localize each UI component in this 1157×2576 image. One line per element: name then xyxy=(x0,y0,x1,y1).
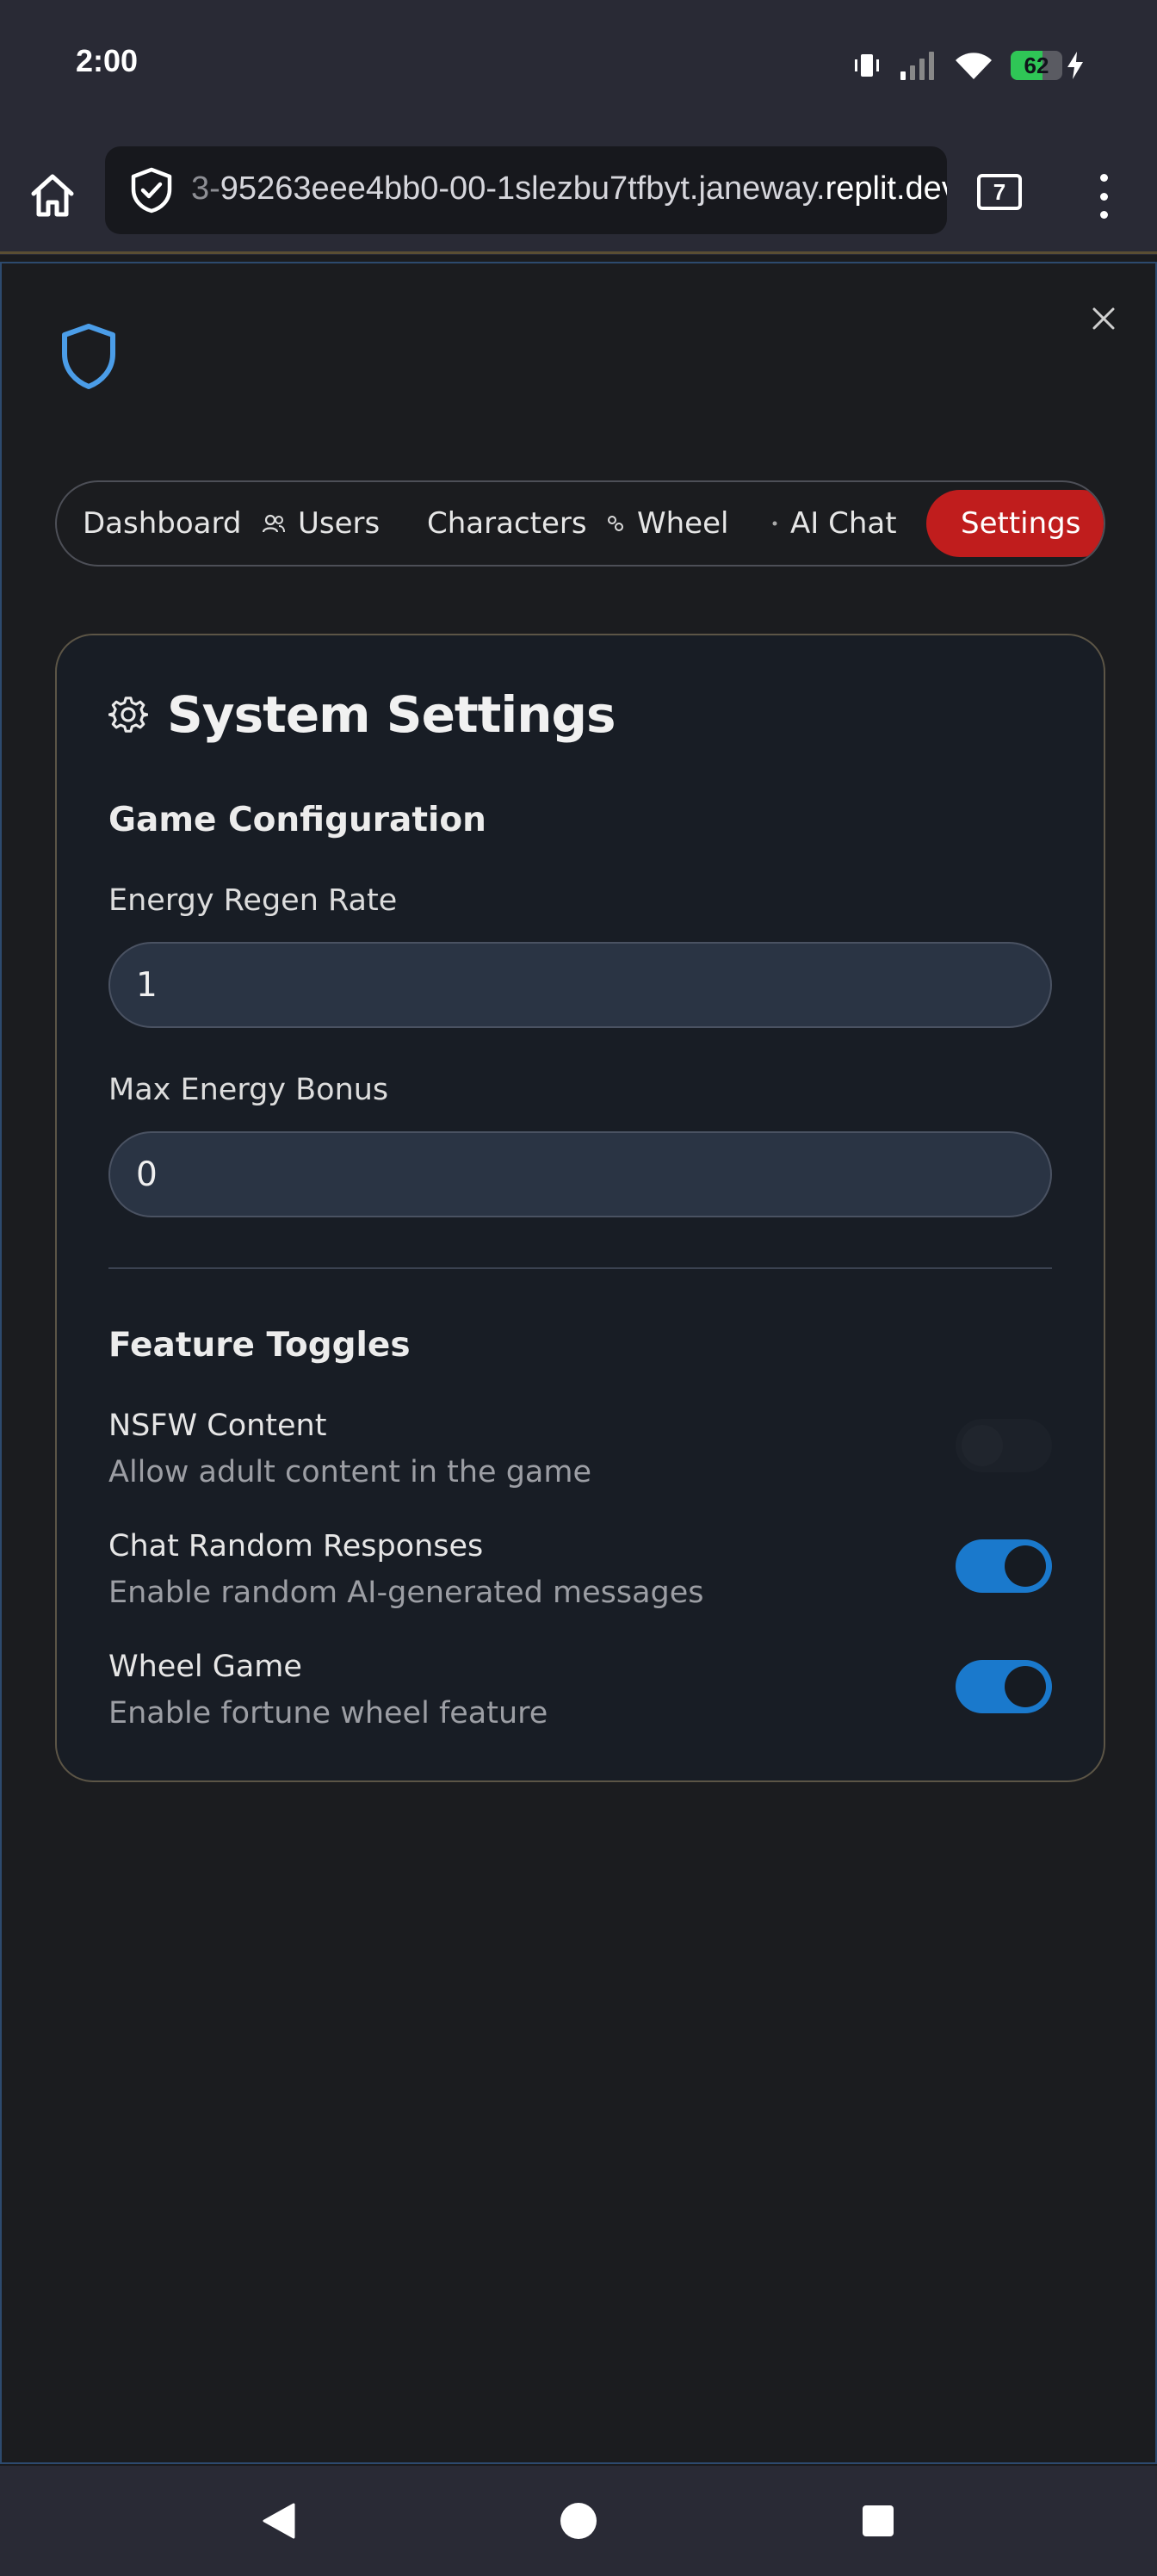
wifi-icon xyxy=(954,50,993,81)
nav-tab-ai-chat[interactable]: AI Chat xyxy=(771,482,897,565)
toggle-description: Enable fortune wheel feature xyxy=(108,1696,548,1731)
nav-tab-users[interactable]: Users xyxy=(262,482,380,565)
toggle-row-nsfw: NSFW Content Allow adult content in the … xyxy=(108,1409,1052,1503)
card-header: System Settings xyxy=(108,680,616,749)
nav-tab-characters[interactable]: Characters xyxy=(427,482,587,565)
switch-knob xyxy=(1005,1666,1046,1707)
back-button[interactable] xyxy=(257,2499,301,2543)
toggle-name: Wheel Game xyxy=(108,1650,302,1684)
users-icon xyxy=(262,513,286,534)
toggle-name: Chat Random Responses xyxy=(108,1529,484,1564)
url-domain: replit.dev xyxy=(825,170,947,207)
url-main: 95263eee4bb0-00-1slezbu7tfbyt.janeway. xyxy=(220,170,826,207)
nsfw-toggle-switch[interactable] xyxy=(956,1419,1052,1472)
wheel-game-toggle-switch[interactable] xyxy=(956,1660,1052,1713)
home-circle-icon xyxy=(560,2503,597,2539)
nav-tab-label: AI Chat xyxy=(790,506,897,541)
energy-regen-label: Energy Regen Rate xyxy=(108,883,398,918)
nav-tab-label: Characters xyxy=(427,506,587,541)
toggle-description: Enable random AI-generated messages xyxy=(108,1576,704,1610)
nav-tab-label: Settings xyxy=(961,506,1081,541)
toggle-row-chat-random: Chat Random Responses Enable random AI-g… xyxy=(108,1529,1052,1624)
chat-random-toggle-switch[interactable] xyxy=(956,1539,1052,1593)
vibrate-icon xyxy=(852,53,882,78)
nav-tab-wheel[interactable]: Wheel xyxy=(606,482,728,565)
security-shield-icon[interactable] xyxy=(129,167,174,214)
back-triangle-icon xyxy=(263,2503,295,2539)
browser-menu-button[interactable] xyxy=(1086,169,1121,224)
address-bar[interactable]: 3-95263eee4bb0-00-1slezbu7tfbyt.janeway.… xyxy=(105,146,947,234)
url-text[interactable]: 3-95263eee4bb0-00-1slezbu7tfbyt.janeway.… xyxy=(191,170,947,207)
close-button[interactable] xyxy=(1086,301,1121,336)
signal-icon xyxy=(899,51,937,80)
nav-tab-dashboard[interactable]: Dashboard xyxy=(83,482,241,565)
wheel-icon xyxy=(606,514,625,533)
section-divider xyxy=(108,1267,1052,1269)
battery-icon: 62 xyxy=(1011,51,1062,80)
recents-button[interactable] xyxy=(856,2499,900,2543)
admin-panel: Dashboard Users Characters Wheel AI Chat… xyxy=(0,262,1157,2464)
switch-knob xyxy=(1005,1545,1046,1587)
home-button[interactable] xyxy=(26,169,79,222)
browser-toolbar: 3-95263eee4bb0-00-1slezbu7tfbyt.janeway.… xyxy=(0,134,1157,255)
toggle-name: NSFW Content xyxy=(108,1409,327,1443)
status-bar: 2:00 62 xyxy=(0,0,1157,134)
max-energy-input[interactable]: 0 xyxy=(108,1131,1052,1217)
home-nav-button[interactable] xyxy=(556,2499,601,2543)
energy-regen-input[interactable]: 1 xyxy=(108,942,1052,1028)
tab-switcher-button[interactable]: 7 xyxy=(977,174,1022,210)
toggle-row-wheel-game: Wheel Game Enable fortune wheel feature xyxy=(108,1650,1052,1744)
menu-dot xyxy=(1099,211,1108,219)
switch-knob xyxy=(962,1425,1003,1466)
recents-square-icon xyxy=(863,2505,894,2536)
shield-logo-icon xyxy=(62,324,115,389)
menu-dot xyxy=(1099,192,1108,201)
nav-tab-label: Wheel xyxy=(637,506,729,541)
nav-tab-label: Dashboard xyxy=(83,506,242,541)
nav-tab-settings[interactable]: Settings xyxy=(926,490,1104,557)
status-time: 2:00 xyxy=(76,43,139,78)
system-settings-card: System Settings Game Configuration Energ… xyxy=(55,634,1105,1782)
admin-nav: Dashboard Users Characters Wheel AI Chat… xyxy=(55,480,1105,567)
url-prefix: 3- xyxy=(191,170,220,207)
nav-tab-label: Users xyxy=(298,506,381,541)
feature-toggles-heading: Feature Toggles xyxy=(108,1326,411,1365)
chat-dot-icon xyxy=(771,520,778,527)
close-icon xyxy=(1092,307,1115,330)
charging-bolt-icon xyxy=(1066,51,1085,80)
status-icons: 62 xyxy=(852,45,1085,86)
game-config-heading: Game Configuration xyxy=(108,801,486,839)
page-title: System Settings xyxy=(167,685,616,744)
menu-dot xyxy=(1099,174,1108,182)
gear-icon xyxy=(108,695,148,734)
system-navigation-bar xyxy=(0,2466,1157,2576)
page-load-underline xyxy=(0,251,1157,254)
battery-label: 62 xyxy=(1024,52,1049,78)
home-icon xyxy=(31,174,74,217)
max-energy-label: Max Energy Bonus xyxy=(108,1073,389,1107)
toggle-description: Allow adult content in the game xyxy=(108,1455,591,1489)
